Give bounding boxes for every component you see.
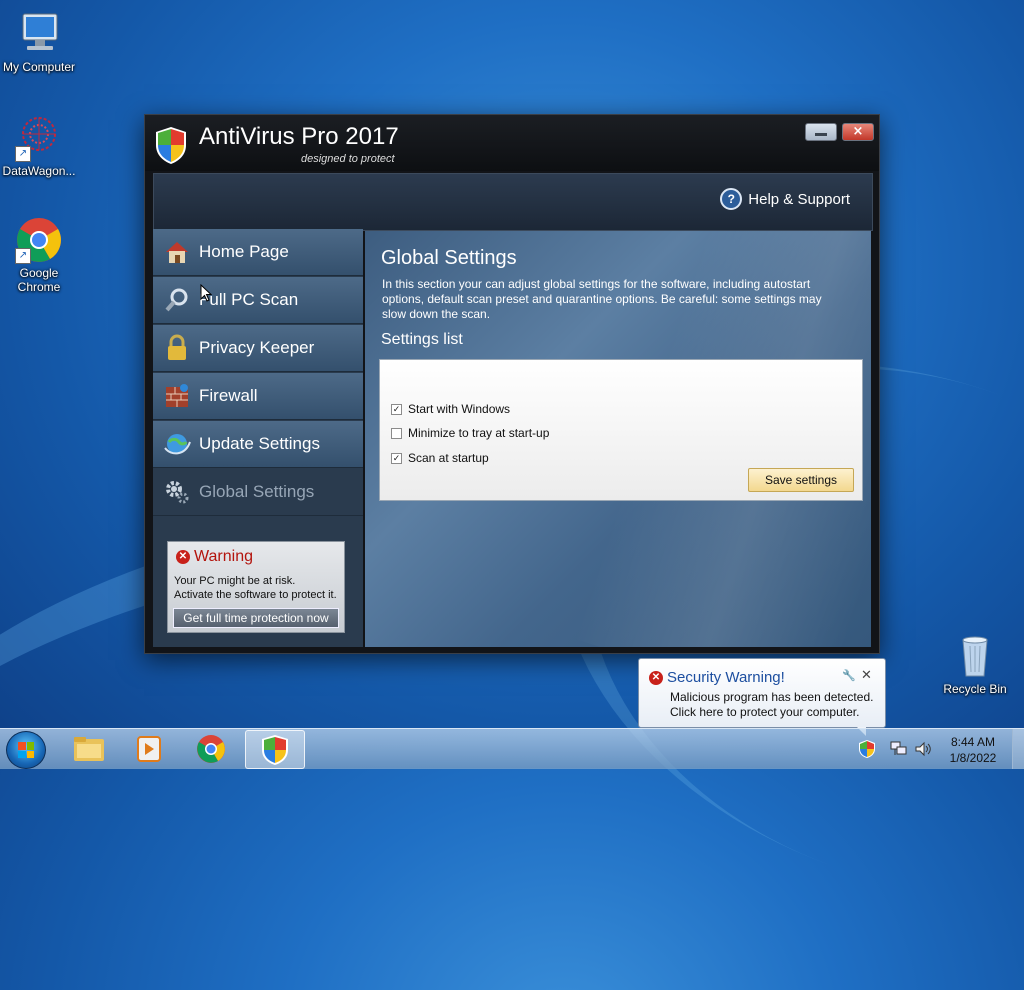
gears-icon [166, 481, 189, 504]
taskbar: 8:44 AM 1/8/2022 [0, 728, 1024, 769]
balloon-line-1: Malicious program has been detected. [670, 690, 874, 704]
antivirus-window: AntiVirus Pro 2017 designed to protect ×… [144, 114, 880, 654]
network-icon[interactable] [890, 741, 908, 757]
desktop-icon-label: DataWagon... [2, 164, 76, 178]
show-desktop-button[interactable] [1012, 729, 1024, 769]
error-icon: ✕ [176, 550, 190, 564]
padlock-icon [168, 334, 186, 360]
wrench-icon[interactable]: 🔧 [842, 669, 856, 682]
taskbar-media-player[interactable] [120, 730, 178, 767]
desktop-icon-my-computer[interactable]: My Computer [0, 10, 78, 74]
desktop-icon-datawagon[interactable]: ↗ DataWagon... [0, 114, 78, 178]
sidebar-item-label: Full PC Scan [199, 290, 299, 309]
sidebar-item-home-page[interactable]: Home Page [153, 229, 363, 276]
page-description: In this section your can adjust global s… [382, 277, 822, 321]
option-start-with-windows[interactable]: ✓ Start with Windows [391, 402, 510, 416]
shortcut-arrow-icon: ↗ [15, 146, 31, 162]
house-icon [166, 242, 188, 263]
warning-box: ✕ Warning Your PC might be at risk. Acti… [167, 541, 345, 633]
balloon-title-text: Security Warning! [667, 669, 785, 686]
option-label: Minimize to tray at start-up [408, 426, 550, 440]
close-button[interactable]: × [842, 123, 874, 141]
desktop-icon-label: Recycle Bin [943, 682, 1007, 696]
warning-line-2: Activate the software to protect it. [174, 589, 337, 601]
checkbox-checked[interactable]: ✓ [391, 403, 402, 415]
sidebar-item-full-pc-scan[interactable]: Full PC Scan [153, 277, 363, 324]
network-graph-icon: ↗ [15, 114, 63, 162]
option-scan-at-startup[interactable]: ✓ Scan at startup [391, 451, 489, 465]
magnifier-icon [165, 288, 188, 312]
sidebar-item-label: Update Settings [199, 434, 320, 453]
save-settings-button[interactable]: Save settings [748, 468, 854, 492]
taskbar-explorer[interactable] [60, 730, 118, 767]
content-panel: Global Settings In this section your can… [365, 231, 871, 647]
chrome-icon: ↗ [15, 216, 63, 264]
media-player-icon [137, 736, 161, 762]
help-icon: ? [720, 188, 743, 210]
help-support-link[interactable]: ? Help & Support [720, 188, 850, 210]
taskbar-antivirus[interactable] [245, 730, 305, 769]
balloon-line-2: Click here to protect your computer. [670, 705, 860, 719]
security-warning-balloon[interactable]: ✕ Security Warning! 🔧 ✕ Malicious progra… [638, 658, 886, 736]
option-label: Start with Windows [408, 402, 511, 416]
warning-title: ✕ Warning [176, 548, 253, 566]
mouse-cursor-icon [200, 284, 212, 302]
checkbox-unchecked[interactable] [391, 427, 402, 439]
sidebar-item-label: Privacy Keeper [199, 338, 315, 357]
clock-date: 1/8/2022 [949, 751, 997, 765]
option-label: Scan at startup [408, 451, 489, 465]
app-tagline: designed to protect [301, 153, 395, 165]
desktop-icon-label: My Computer [2, 60, 76, 74]
recycle-bin-icon [951, 632, 999, 680]
header-band: ? Help & Support [153, 173, 873, 231]
shortcut-arrow-icon: ↗ [15, 248, 31, 264]
shield-logo-icon [262, 735, 288, 765]
help-support-label: Help & Support [748, 190, 850, 208]
minimize-button[interactable] [805, 123, 837, 141]
warning-line-1: Your PC might be at risk. [174, 575, 296, 587]
warning-title-text: Warning [194, 548, 253, 565]
desktop-icon-recycle-bin[interactable]: Recycle Bin [936, 632, 1014, 696]
tray-shield-icon[interactable] [858, 739, 876, 759]
checkbox-checked[interactable]: ✓ [391, 452, 402, 464]
system-clock[interactable]: 8:44 AM 1/8/2022 [940, 734, 1006, 766]
sidebar-item-update-settings[interactable]: Update Settings [153, 421, 363, 468]
app-title: AntiVirus Pro 2017 [199, 123, 399, 150]
sidebar-item-label: Firewall [199, 386, 258, 405]
sidebar-item-label: Global Settings [199, 482, 315, 501]
page-title: Global Settings [381, 247, 517, 269]
warning-text: Your PC might be at risk. Activate the s… [174, 574, 346, 602]
balloon-title: ✕ Security Warning! [649, 669, 785, 686]
balloon-close-icon[interactable]: ✕ [861, 667, 872, 683]
desktop-icon-label: Google Chrome [17, 266, 61, 294]
volume-icon[interactable] [914, 741, 932, 757]
error-icon: ✕ [649, 670, 663, 685]
shield-logo-icon [156, 127, 186, 164]
computer-icon [15, 10, 63, 58]
clock-time: 8:44 AM [950, 735, 996, 749]
title-bar[interactable]: AntiVirus Pro 2017 designed to protect × [145, 115, 879, 171]
taskbar-chrome[interactable] [182, 730, 240, 767]
settings-list-heading: Settings list [381, 331, 463, 348]
sidebar-item-global-settings[interactable]: Global Settings [153, 469, 363, 516]
folder-icon [74, 737, 104, 761]
brick-wall-icon [166, 384, 188, 407]
chrome-icon [197, 735, 225, 763]
sidebar: Home Page Full PC Scan Privacy Keeper Fi… [153, 229, 363, 647]
sidebar-item-label: Home Page [199, 242, 289, 261]
sidebar-item-firewall[interactable]: Firewall [153, 373, 363, 420]
settings-panel: ✓ Start with Windows Minimize to tray at… [379, 359, 863, 501]
sidebar-item-privacy-keeper[interactable]: Privacy Keeper [153, 325, 363, 372]
windows-logo-icon [18, 742, 34, 758]
option-minimize-to-tray[interactable]: Minimize to tray at start-up [391, 426, 549, 440]
start-button[interactable] [6, 731, 46, 769]
balloon-message: Malicious program has been detected. Cli… [670, 690, 873, 720]
get-protection-button[interactable]: Get full time protection now [173, 608, 339, 628]
desktop-icon-google-chrome[interactable]: ↗ Google Chrome [0, 216, 78, 294]
globe-update-icon [164, 434, 191, 455]
